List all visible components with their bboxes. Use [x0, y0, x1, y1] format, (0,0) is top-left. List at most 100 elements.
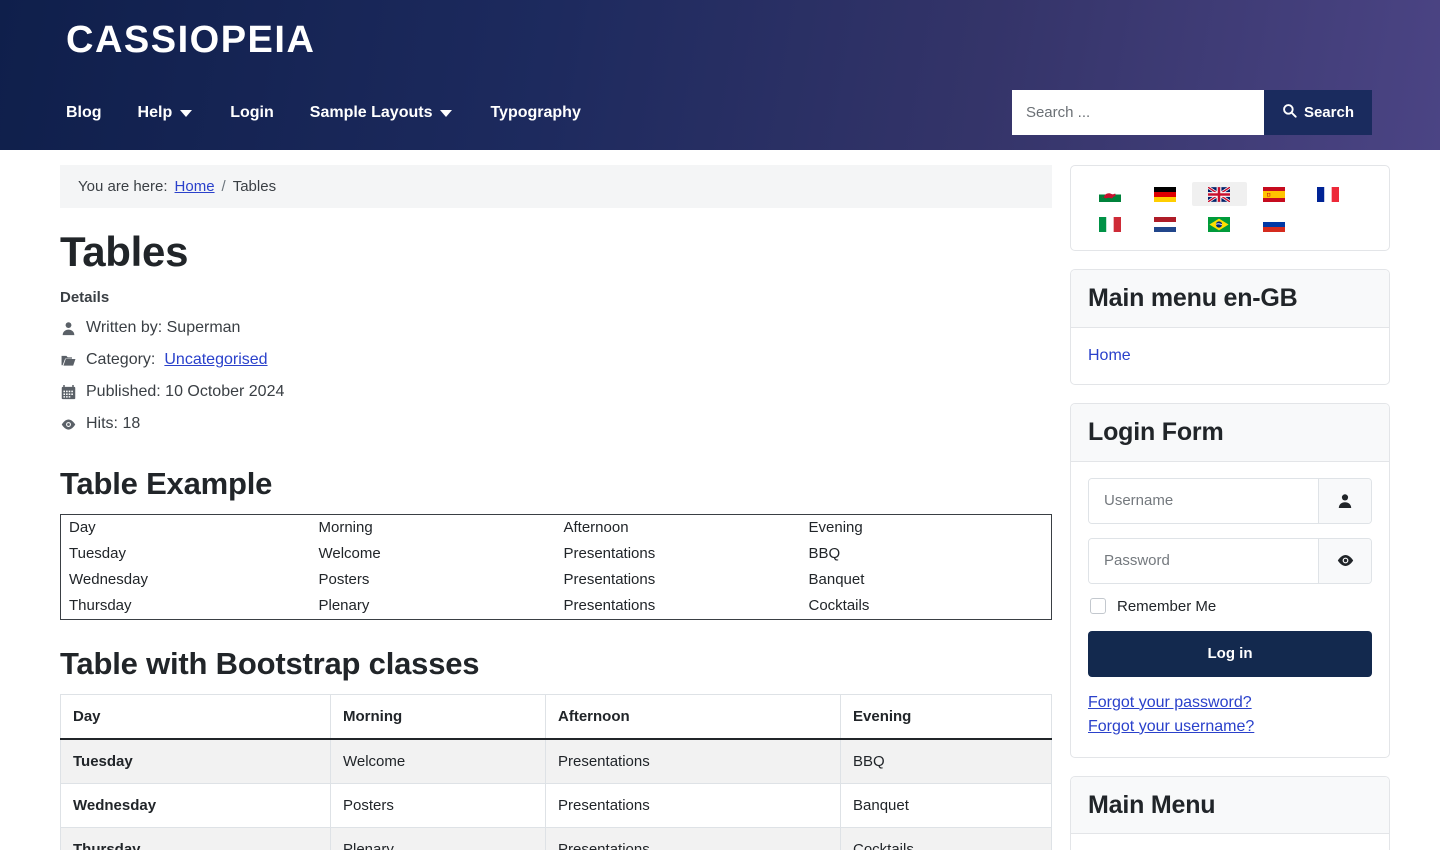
germany-flag-icon — [1154, 187, 1176, 202]
language-flag-cy[interactable] — [1083, 182, 1138, 206]
language-flag-en-gb[interactable] — [1192, 182, 1247, 206]
russia-flag-icon — [1263, 217, 1285, 232]
category-link[interactable]: Uncategorised — [164, 344, 267, 376]
table-row: Wednesday Posters Presentations Banquet — [61, 784, 1052, 828]
language-flag-ru[interactable] — [1247, 212, 1302, 236]
article-info-hits: Hits: 18 — [60, 408, 1052, 440]
page-title: Tables — [60, 229, 1052, 275]
language-flag-it[interactable] — [1083, 212, 1138, 236]
main-menu-engb-module: Main menu en-GB Home — [1070, 269, 1390, 385]
table-cell: Plenary — [331, 828, 546, 850]
netherlands-flag-icon — [1154, 217, 1176, 232]
forgot-username-link[interactable]: Forgot your username? — [1088, 715, 1372, 739]
table-cell: Banquet — [801, 567, 1052, 593]
user-icon[interactable] — [1318, 479, 1371, 523]
nav-item-typography[interactable]: Typography — [490, 100, 580, 126]
table-bootstrap-heading: Table with Bootstrap classes — [60, 646, 1052, 682]
table-cell: Posters — [331, 784, 546, 828]
breadcrumb-label: You are here: — [78, 178, 168, 195]
table-row: Tuesday Welcome Presentations BBQ — [61, 541, 1052, 567]
uk-flag-icon — [1208, 187, 1230, 202]
language-flag-es[interactable] — [1247, 182, 1302, 206]
password-input[interactable] — [1089, 539, 1318, 583]
page-container: You are here: Home / Tables Tables Detai… — [0, 150, 1440, 850]
breadcrumb: You are here: Home / Tables — [60, 165, 1052, 208]
table-cell: Presentations — [546, 739, 841, 784]
language-flag-pt-br[interactable] — [1192, 212, 1247, 236]
nav-item-sample-layouts[interactable]: Sample Layouts — [310, 100, 473, 126]
password-field-group — [1088, 538, 1372, 584]
breadcrumb-separator: / — [222, 178, 226, 195]
remember-me-row[interactable]: Remember Me — [1090, 598, 1372, 615]
nav-item-label: Typography — [490, 100, 580, 126]
table-cell: Evening — [801, 515, 1052, 542]
language-flag-fr[interactable] — [1301, 182, 1356, 206]
table-cell: Presentations — [556, 541, 801, 567]
table-cell: BBQ — [801, 541, 1052, 567]
module-title: Main Menu — [1088, 791, 1372, 820]
table-cell: Morning — [311, 515, 556, 542]
site-brand[interactable]: CASSIOPEIA — [66, 16, 315, 64]
forgot-password-link[interactable]: Forgot your password? — [1088, 691, 1372, 715]
table-example-heading: Table Example — [60, 466, 1052, 502]
table-cell: Thursday — [61, 593, 311, 620]
table-row: Tuesday Welcome Presentations BBQ — [61, 739, 1052, 784]
table-row: Wednesday Posters Presentations Banquet — [61, 567, 1052, 593]
nav-item-blog[interactable]: Blog — [66, 100, 102, 126]
main-navigation: Blog Help Login Sample Layouts Typograph… — [66, 100, 617, 126]
table-cell: Banquet — [841, 784, 1052, 828]
article-info-text: Hits: 18 — [86, 408, 140, 440]
article-info-published: Published: 10 October 2024 — [60, 376, 1052, 408]
language-flag-nl[interactable] — [1138, 212, 1193, 236]
menu-list: Home — [1088, 344, 1372, 368]
table-cell: Welcome — [311, 541, 556, 567]
folder-icon — [60, 352, 77, 369]
remember-me-label: Remember Me — [1117, 598, 1216, 615]
spain-flag-icon — [1263, 187, 1285, 202]
breadcrumb-link-home[interactable]: Home — [175, 178, 215, 195]
main-menu-module: Main Menu — [1070, 776, 1390, 850]
remember-me-checkbox[interactable] — [1090, 598, 1106, 614]
eye-icon[interactable] — [1318, 539, 1371, 583]
module-header: Main Menu — [1071, 777, 1389, 835]
menu-item-home[interactable]: Home — [1088, 344, 1372, 368]
table-column-header: Evening — [841, 695, 1052, 740]
site-header: CASSIOPEIA Blog Help Login Sample Layout… — [0, 0, 1440, 150]
france-flag-icon — [1317, 187, 1339, 202]
username-input[interactable] — [1089, 479, 1318, 523]
article-info-author: Written by: Superman — [60, 312, 1052, 344]
calendar-icon — [60, 384, 77, 401]
table-cell: Posters — [311, 567, 556, 593]
table-header-row: Day Morning Afternoon Evening — [61, 695, 1052, 740]
language-flag-de[interactable] — [1138, 182, 1193, 206]
nav-item-label: Help — [138, 100, 173, 126]
login-form-module: Login Form — [1070, 403, 1390, 758]
flag-grid — [1083, 182, 1377, 236]
table-cell: Welcome — [331, 739, 546, 784]
table-cell: Tuesday — [61, 739, 331, 784]
article-info-text: Published: 10 October 2024 — [86, 376, 284, 408]
table-cell: Cocktails — [801, 593, 1052, 620]
table-cell: Presentations — [546, 784, 841, 828]
chevron-down-icon — [180, 110, 192, 117]
user-icon — [60, 320, 77, 337]
table-cell: Wednesday — [61, 784, 331, 828]
search-input[interactable] — [1012, 90, 1264, 135]
italy-flag-icon — [1099, 217, 1121, 232]
table-cell: Thursday — [61, 828, 331, 850]
username-field-group — [1088, 478, 1372, 524]
table-row: Day Morning Afternoon Evening — [61, 515, 1052, 542]
article-info-text: Category: — [86, 344, 155, 376]
table-column-header: Day — [61, 695, 331, 740]
nav-item-help[interactable]: Help — [138, 100, 213, 126]
table-cell: Plenary — [311, 593, 556, 620]
module-header: Main menu en-GB — [1071, 270, 1389, 328]
table-cell: BBQ — [841, 739, 1052, 784]
login-button[interactable]: Log in — [1088, 631, 1372, 677]
table-column-header: Afternoon — [546, 695, 841, 740]
brazil-flag-icon — [1208, 217, 1230, 232]
article-details-heading: Details — [60, 289, 1052, 306]
article-info-category: Category: Uncategorised — [60, 344, 1052, 376]
nav-item-login[interactable]: Login — [230, 100, 274, 126]
search-button[interactable]: Search — [1264, 90, 1372, 135]
